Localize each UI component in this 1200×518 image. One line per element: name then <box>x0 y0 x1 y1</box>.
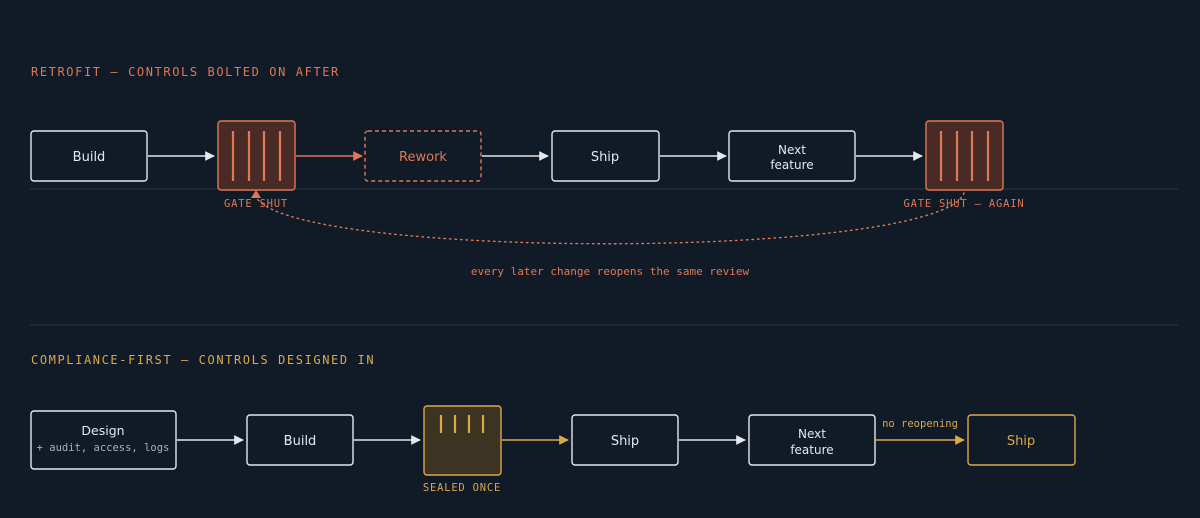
retrofit-reopen-loop <box>255 192 965 245</box>
compliance-design-sublabel: + audit, access, logs <box>37 442 170 454</box>
compliance-build-label: Build <box>284 434 317 449</box>
retrofit-build-node: Build <box>30 130 148 182</box>
compliance-next-label-line1: Next <box>798 427 826 441</box>
flow-diagram: RETROFIT — CONTROLS BOLTED ON AFTER Buil… <box>30 65 1178 494</box>
retrofit-loop-arrowhead <box>251 190 261 198</box>
retrofit-ship-label: Ship <box>591 150 619 165</box>
retrofit-gate-1-icon <box>217 120 296 191</box>
compliance-next-feature-node: Next feature <box>748 414 876 466</box>
retrofit-rework-label: Rework <box>399 150 447 165</box>
compliance-sealed-gate-icon <box>423 405 502 476</box>
retrofit-next-label-line2: feature <box>770 158 813 172</box>
compliance-design-label: Design <box>81 423 124 438</box>
retrofit-build-label: Build <box>73 150 106 165</box>
retrofit-loop-note: every later change reopens the same revi… <box>471 265 750 278</box>
compliance-gate-label: SEALED ONCE <box>423 482 501 494</box>
retrofit-ship-node: Ship <box>551 130 660 182</box>
retrofit-gate-2-icon <box>925 120 1004 191</box>
retrofit-next-feature-node: Next feature <box>728 130 856 182</box>
compliance-ship-2-label: Ship <box>1007 434 1035 449</box>
compliance-build-node: Build <box>246 414 354 466</box>
retrofit-section-title: RETROFIT — CONTROLS BOLTED ON AFTER <box>31 65 340 79</box>
compliance-ship-label: Ship <box>611 434 639 449</box>
compliance-ship-node: Ship <box>571 414 679 466</box>
compliance-next-label-line2: feature <box>790 443 833 457</box>
retrofit-gate-1-label: GATE SHUT <box>224 198 288 210</box>
diagram-canvas: RETROFIT — CONTROLS BOLTED ON AFTER Buil… <box>0 0 1200 518</box>
retrofit-next-label-line1: Next <box>778 143 806 157</box>
compliance-design-node: Design + audit, access, logs <box>30 410 177 470</box>
compliance-section-title: COMPLIANCE-FIRST — CONTROLS DESIGNED IN <box>31 353 375 367</box>
retrofit-gate-2-label: GATE SHUT — AGAIN <box>903 198 1024 210</box>
compliance-no-reopen-note: no reopening <box>882 418 958 430</box>
retrofit-rework-node: Rework <box>364 130 482 182</box>
compliance-ship-2-node: Ship <box>967 414 1076 466</box>
